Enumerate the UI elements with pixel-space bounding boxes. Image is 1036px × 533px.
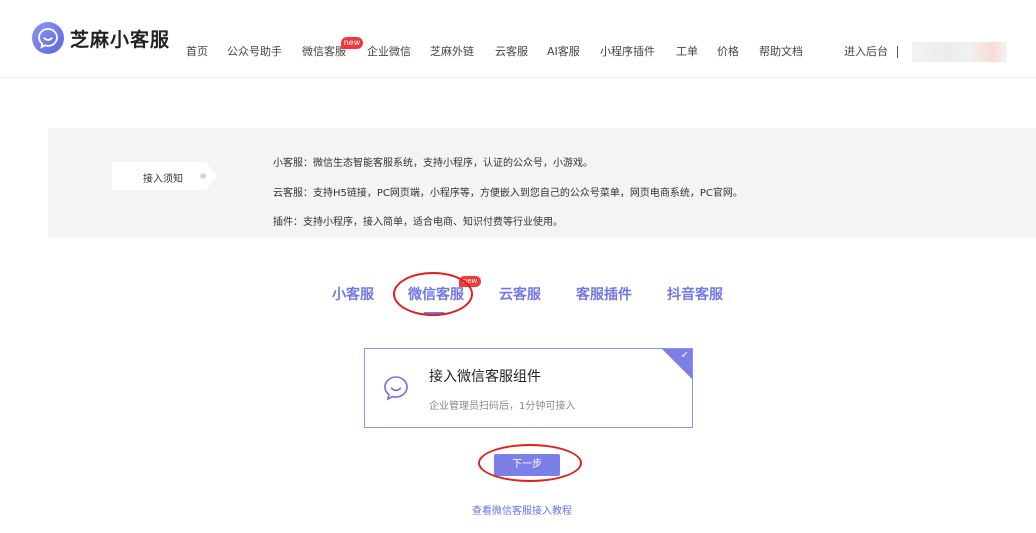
nav-item-pricing[interactable]: 价格 [717, 45, 739, 59]
notice-tag-label: 接入须知 [143, 174, 183, 185]
tab-cloud-service[interactable]: 云客服 [499, 284, 541, 304]
card-description: 企业管理员扫码后，1分钟可接入 [429, 401, 576, 412]
notice-line-plugin: 插件：支持小程序，接入简单，适合电商、知识付费等行业使用。 [273, 217, 563, 228]
tab-service-plugin[interactable]: 客服插件 [576, 284, 632, 304]
tutorial-link[interactable]: 查看微信客服接入教程 [472, 502, 572, 517]
console-link[interactable]: 进入后台 [844, 45, 888, 59]
nav-item-official-account-assistant[interactable]: 公众号助手 [227, 45, 282, 59]
annotation-ellipse-button [478, 444, 582, 482]
tab-douyin-service[interactable]: 抖音客服 [667, 284, 723, 304]
nav-separator [897, 46, 898, 58]
nav-item-ticket[interactable]: 工单 [676, 45, 698, 59]
tab-small-service[interactable]: 小客服 [332, 284, 374, 304]
notice-line-cloud-service: 云客服：支持H5链接，PC网页端，小程序等，方便嵌入到您自己的公众号菜单，网页电… [273, 188, 743, 199]
nav-item-cloud-service[interactable]: 云客服 [495, 45, 528, 59]
nav-item-help-docs[interactable]: 帮助文档 [759, 45, 803, 59]
logo[interactable]: 芝麻小客服 [32, 22, 170, 54]
user-account-blurred[interactable] [912, 42, 1007, 62]
annotation-ellipse-tab [393, 272, 473, 316]
nav-item-wechat-service[interactable]: 微信客服 [302, 45, 346, 59]
nav-item-external-link[interactable]: 芝麻外链 [430, 45, 474, 59]
wechat-service-component-card[interactable]: ✓ 接入微信客服组件 企业管理员扫码后，1分钟可接入 [364, 348, 693, 428]
chat-bubble-logo-icon [32, 22, 64, 54]
top-navbar: 芝麻小客服 首页 公众号助手 微信客服 new 企业微信 芝麻外链 云客服 AI… [0, 0, 1036, 78]
nav-item-miniprogram-plugin[interactable]: 小程序插件 [600, 45, 655, 59]
card-title: 接入微信客服组件 [429, 369, 541, 385]
new-badge: new [341, 37, 363, 49]
nav-item-home[interactable]: 首页 [186, 45, 208, 59]
nav-item-enterprise-wechat[interactable]: 企业微信 [367, 45, 411, 59]
checkmark-icon: ✓ [680, 350, 689, 361]
dot-icon [200, 173, 206, 179]
chat-smile-icon [384, 376, 408, 401]
logo-text: 芝麻小客服 [70, 28, 171, 51]
notice-line-small-service: 小客服：微信生态智能客服系统，支持小程序，认证的公众号，小游戏。 [273, 158, 593, 169]
nav-item-ai-service[interactable]: AI客服 [547, 45, 580, 59]
